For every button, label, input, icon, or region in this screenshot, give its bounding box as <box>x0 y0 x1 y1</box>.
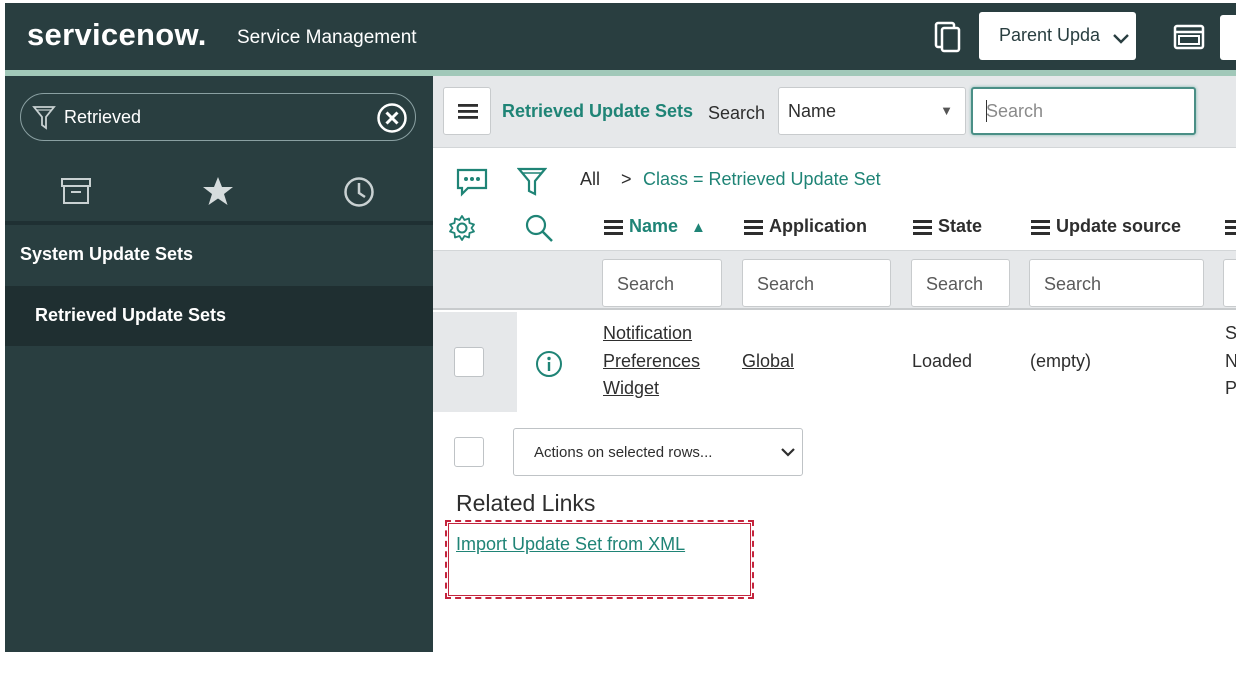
breadcrumb-separator: > <box>621 169 632 189</box>
search-icon[interactable] <box>524 213 554 248</box>
update-set-picker[interactable]: Parent Upda <box>979 12 1136 60</box>
filter-icon <box>32 104 56 137</box>
header-field-partial[interactable] <box>1220 15 1236 60</box>
column-menu-icon[interactable] <box>1031 217 1050 238</box>
actions-on-selected-rows-select[interactable]: Actions on selected rows... <box>513 428 803 476</box>
partial-line: Se <box>1225 323 1236 343</box>
import-update-set-from-xml-link[interactable]: Import Update Set from XML <box>456 534 685 555</box>
product-name: Service Management <box>237 27 417 48</box>
application-navigator: Retrieved System Update Sets Retrieved U… <box>5 76 433 652</box>
related-links-heading: Related Links <box>456 490 596 516</box>
archive-icon[interactable] <box>60 176 92 211</box>
nav-item-retrieved-update-sets[interactable]: Retrieved Update Sets <box>5 286 433 346</box>
column-header-state[interactable]: State <box>913 216 982 238</box>
list-view: Retrieved Update Sets Search Name ▼ All … <box>433 76 1236 652</box>
nav-module-system-update-sets[interactable]: System Update Sets <box>20 244 193 265</box>
list-context-menu-button[interactable] <box>443 87 491 135</box>
partial-line: P <box>1225 378 1236 398</box>
column-menu-icon[interactable] <box>744 217 763 238</box>
star-icon[interactable] <box>202 176 234 211</box>
list-search-input[interactable] <box>971 87 1196 135</box>
actions-select-label: Actions on selected rows... <box>534 444 713 461</box>
clear-filter-icon[interactable] <box>376 102 408 139</box>
search-field-value: Name <box>788 101 837 121</box>
nav-item-label: Retrieved Update Sets <box>35 305 227 325</box>
column-search-state[interactable]: Search <box>911 259 1010 307</box>
table-cell-update-source: (empty) <box>1030 351 1092 371</box>
column-menu-icon[interactable] <box>1225 217 1236 238</box>
column-header-label: State <box>938 216 983 236</box>
hamburger-icon <box>458 103 478 125</box>
breadcrumb-all[interactable]: All <box>580 169 600 190</box>
column-header-application[interactable]: Application <box>744 216 867 238</box>
sort-ascending-icon: ▲ <box>691 219 706 236</box>
column-header-label: Application <box>769 216 867 236</box>
update-sets-icon[interactable] <box>933 21 963 58</box>
list-toolbar: Retrieved Update Sets Search Name ▼ <box>433 76 1236 148</box>
page-bottom-blank <box>0 652 1236 681</box>
list-title[interactable]: Retrieved Update Sets <box>502 101 693 122</box>
column-menu-icon[interactable] <box>604 217 623 238</box>
column-search-partial[interactable] <box>1223 259 1236 307</box>
servicenow-logo[interactable]: servicenow. <box>27 17 207 53</box>
partial-line: N <box>1225 350 1236 371</box>
table-cell-partial: Se N P <box>1225 320 1236 403</box>
column-header-label: Update source <box>1056 216 1182 236</box>
breadcrumb-filter-class[interactable]: Class = Retrieved Update Set <box>643 169 881 190</box>
column-search-row: Search Search Search Search <box>433 250 1236 310</box>
column-header-label: Name <box>629 216 679 236</box>
table-cell-state: Loaded <box>912 351 973 371</box>
navigator-filter-value: Retrieved <box>64 107 142 127</box>
column-header-partial[interactable] <box>1225 216 1236 238</box>
name-line: Notification <box>603 323 693 343</box>
name-line: Preferences <box>603 350 701 371</box>
column-menu-icon[interactable] <box>913 217 932 238</box>
table-cell-application-link[interactable]: Global <box>742 348 794 376</box>
chevron-down-icon <box>1112 29 1130 50</box>
search-label: Search <box>708 103 766 123</box>
clock-icon[interactable] <box>343 176 375 213</box>
filter-icon[interactable] <box>516 166 548 203</box>
column-search-application[interactable]: Search <box>742 259 891 307</box>
top-header: servicenow. Service Management Parent Up… <box>5 3 1236 70</box>
row-checkbox[interactable] <box>454 347 484 377</box>
column-header-name[interactable]: Name ▲ <box>604 216 706 238</box>
table-cell-name-link[interactable]: Notification Preferences Widget <box>603 320 700 403</box>
text-cursor <box>986 100 987 122</box>
servicenow-window: servicenow. Service Management Parent Up… <box>0 0 1236 681</box>
name-line: Widget <box>603 378 660 398</box>
column-header-update-source[interactable]: Update source <box>1031 216 1181 238</box>
search-field-select[interactable]: Name ▼ <box>778 87 966 135</box>
select-all-checkbox[interactable] <box>454 437 484 467</box>
column-search-update-source[interactable]: Search <box>1029 259 1204 307</box>
highlight-box <box>445 520 754 599</box>
caret-down-icon: ▼ <box>940 103 953 118</box>
update-set-picker-value: Parent Upda <box>999 25 1101 45</box>
navigator-tabs-divider <box>5 221 433 225</box>
gear-icon[interactable] <box>448 214 476 247</box>
navigator-filter[interactable]: Retrieved <box>20 93 416 141</box>
chevron-down-icon <box>780 445 796 462</box>
activity-stream-icon[interactable] <box>455 167 489 202</box>
info-icon[interactable] <box>535 350 563 383</box>
column-search-name[interactable]: Search <box>602 259 722 307</box>
application-window-icon[interactable] <box>1173 23 1205 56</box>
